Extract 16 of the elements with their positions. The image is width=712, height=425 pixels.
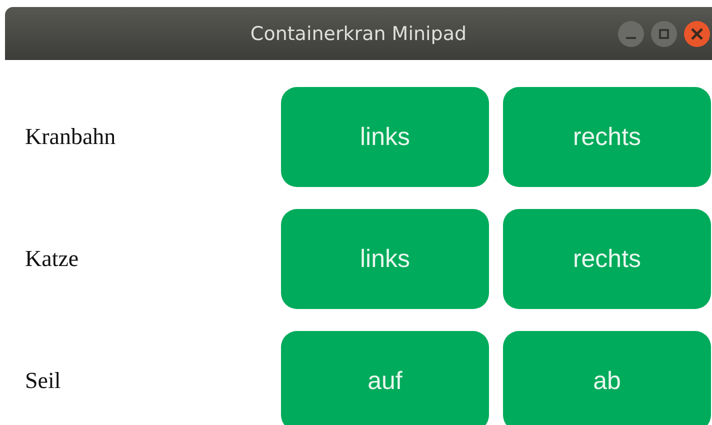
direction-button[interactable]: links xyxy=(281,209,489,309)
row-label: Katze xyxy=(25,246,80,272)
maximize-icon xyxy=(658,28,670,40)
minimize-icon xyxy=(626,36,636,38)
direction-button[interactable]: rechts xyxy=(503,209,711,309)
minimize-button[interactable] xyxy=(618,20,644,46)
direction-button[interactable]: ab xyxy=(503,331,711,425)
maximize-button[interactable] xyxy=(651,20,677,46)
row-label: Seil xyxy=(25,368,62,394)
window-title: Containerkran Minipad xyxy=(250,22,467,44)
direction-button[interactable]: links xyxy=(281,87,489,187)
direction-button[interactable]: auf xyxy=(281,331,489,425)
direction-button[interactable]: rechts xyxy=(503,87,711,187)
close-button[interactable] xyxy=(684,20,710,46)
row-label: Kranbahn xyxy=(25,124,117,150)
close-icon xyxy=(690,26,704,40)
